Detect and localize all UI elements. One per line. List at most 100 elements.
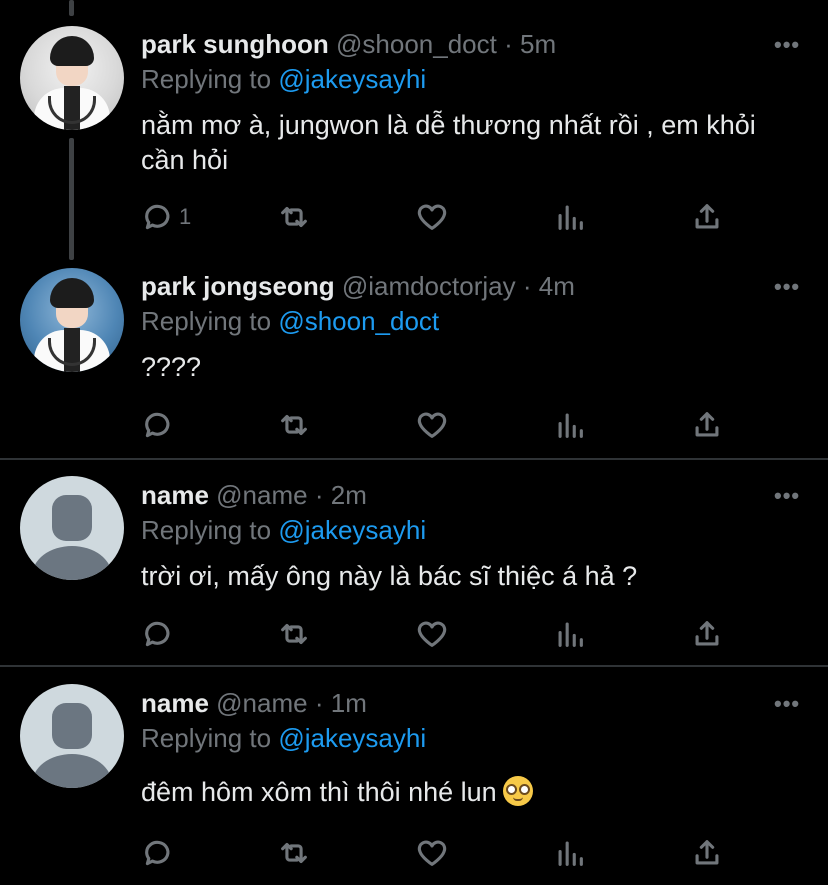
display-name[interactable]: park sunghoon xyxy=(141,29,329,59)
like-button[interactable] xyxy=(415,836,449,870)
more-options-button[interactable]: ••• xyxy=(774,32,800,58)
replying-to: Replying to @jakeysayhi xyxy=(141,64,426,95)
avatar-photo-part xyxy=(50,36,94,66)
tweet-header: name @name · 2m xyxy=(141,480,367,511)
reply-button[interactable] xyxy=(141,617,179,651)
action-bar: 1 xyxy=(0,200,828,234)
timestamp[interactable]: 5m xyxy=(520,29,556,59)
stats-button[interactable] xyxy=(553,617,587,651)
action-bar xyxy=(0,836,828,870)
reply-button[interactable] xyxy=(141,836,179,870)
avatar[interactable] xyxy=(20,268,124,372)
like-button[interactable] xyxy=(415,617,449,651)
tweet[interactable]: name @name · 1m ••• Replying to @jakeysa… xyxy=(0,667,828,885)
action-bar xyxy=(0,408,828,442)
avatar[interactable] xyxy=(20,26,124,130)
retweet-button[interactable] xyxy=(277,617,311,651)
tweet-text: nằm mơ à, jungwon là dễ thương nhất rồi … xyxy=(141,110,756,175)
user-handle[interactable]: @iamdoctorjay xyxy=(342,271,516,301)
more-options-button[interactable]: ••• xyxy=(774,691,800,717)
like-icon xyxy=(417,412,447,438)
user-handle[interactable]: @shoon_doct xyxy=(336,29,497,59)
more-options-button[interactable]: ••• xyxy=(774,483,800,509)
avatar[interactable] xyxy=(20,476,124,580)
separator-dot: · xyxy=(314,688,324,718)
replying-to: Replying to @jakeysayhi xyxy=(141,723,426,754)
mention-link[interactable]: @shoon_doct xyxy=(278,306,439,336)
action-bar xyxy=(0,617,828,651)
tweet-header: name @name · 1m xyxy=(141,688,367,719)
retweet-icon xyxy=(281,623,307,645)
stats-icon xyxy=(558,413,583,438)
share-button[interactable] xyxy=(690,408,724,442)
default-avatar-body xyxy=(32,754,112,788)
retweet-button[interactable] xyxy=(277,200,311,234)
mention-link[interactable]: @jakeysayhi xyxy=(278,64,426,94)
separator-dot: · xyxy=(522,271,532,301)
nerd-face-emoji-icon xyxy=(502,776,533,806)
tweet-text: đêm hôm xôm thì thôi nhé lun xyxy=(141,775,781,810)
retweet-icon xyxy=(281,842,307,864)
share-button[interactable] xyxy=(690,200,724,234)
retweet-button[interactable] xyxy=(277,408,311,442)
reply-icon xyxy=(145,412,170,438)
replying-prefix: Replying to xyxy=(141,306,272,336)
tweet-text: trời ơi, mấy ông này là bác sĩ thiệc á h… xyxy=(141,561,638,591)
separator-dot: · xyxy=(314,480,324,510)
avatar[interactable] xyxy=(20,684,124,788)
reply-icon xyxy=(145,621,170,647)
replying-prefix: Replying to xyxy=(141,723,272,753)
tweet[interactable]: park sunghoon @shoon_doct · 5m ••• Reply… xyxy=(0,0,828,258)
retweet-button[interactable] xyxy=(277,836,311,870)
share-icon xyxy=(695,621,719,646)
timestamp[interactable]: 4m xyxy=(539,271,575,301)
display-name[interactable]: park jongseong xyxy=(141,271,335,301)
timestamp[interactable]: 1m xyxy=(331,688,367,718)
like-button[interactable] xyxy=(415,408,449,442)
share-icon xyxy=(695,204,719,229)
share-icon xyxy=(695,412,719,437)
tweet-header: park jongseong @iamdoctorjay · 4m xyxy=(141,271,575,302)
share-button[interactable] xyxy=(690,617,724,651)
replying-prefix: Replying to xyxy=(141,515,272,545)
separator-dot: · xyxy=(504,29,513,59)
tweet-text-content: đêm hôm xôm thì thôi nhé lun xyxy=(141,777,497,807)
replying-to: Replying to @shoon_doct xyxy=(141,306,439,337)
reply-icon xyxy=(145,204,170,230)
default-avatar-head xyxy=(52,703,92,749)
mention-link[interactable]: @jakeysayhi xyxy=(278,515,426,545)
more-options-button[interactable]: ••• xyxy=(774,274,800,300)
mention-link[interactable]: @jakeysayhi xyxy=(278,723,426,753)
like-button[interactable] xyxy=(415,200,449,234)
display-name[interactable]: name xyxy=(141,480,209,510)
tweet[interactable]: park jongseong @iamdoctorjay · 4m ••• Re… xyxy=(0,258,828,458)
like-icon xyxy=(417,204,447,230)
reply-button[interactable]: 1 xyxy=(141,200,191,234)
reply-icon xyxy=(145,840,170,866)
replying-to: Replying to @jakeysayhi xyxy=(141,515,426,546)
tweet[interactable]: name @name · 2m ••• Replying to @jakeysa… xyxy=(0,460,828,665)
reply-button[interactable] xyxy=(141,408,179,442)
stats-button[interactable] xyxy=(553,408,587,442)
display-name[interactable]: name xyxy=(141,688,209,718)
share-button[interactable] xyxy=(690,836,724,870)
stats-icon xyxy=(558,841,583,866)
stats-button[interactable] xyxy=(553,200,587,234)
user-handle[interactable]: @name xyxy=(216,688,307,718)
stats-button[interactable] xyxy=(553,836,587,870)
replying-prefix: Replying to xyxy=(141,64,272,94)
tweet-text: ???? xyxy=(141,352,202,382)
stats-icon xyxy=(558,205,583,230)
like-icon xyxy=(417,621,447,647)
default-avatar-body xyxy=(32,546,112,580)
user-handle[interactable]: @name xyxy=(216,480,307,510)
timestamp[interactable]: 2m xyxy=(331,480,367,510)
tweet-header: park sunghoon @shoon_doct · 5m xyxy=(141,29,556,60)
share-icon xyxy=(695,840,719,865)
stats-icon xyxy=(558,622,583,647)
default-avatar-head xyxy=(52,495,92,541)
reply-count: 1 xyxy=(179,204,192,229)
avatar-photo-part xyxy=(50,278,94,308)
retweet-icon xyxy=(281,206,307,228)
retweet-icon xyxy=(281,414,307,436)
